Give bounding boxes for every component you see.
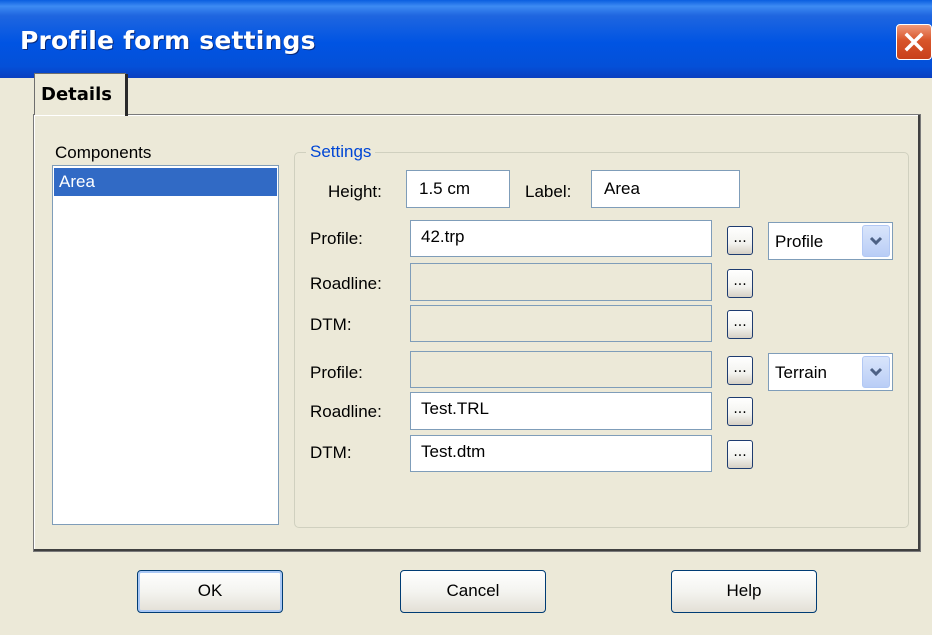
terrain-profile-input[interactable] xyxy=(410,351,712,388)
help-button[interactable]: Help xyxy=(671,570,817,613)
terrain-dtm-input[interactable]: Test.dtm xyxy=(410,435,712,472)
profile-input[interactable]: 42.trp xyxy=(410,220,712,257)
dtm-browse-button[interactable]: ... xyxy=(727,310,753,339)
window-title: Profile form settings xyxy=(20,26,316,55)
profile-dropdown-value: Profile xyxy=(775,232,824,251)
dtm-label: DTM: xyxy=(310,315,352,334)
roadline-label: Roadline: xyxy=(310,274,382,293)
roadline-browse-button[interactable]: ... xyxy=(727,269,753,298)
settings-group-label: Settings xyxy=(306,142,376,162)
terrain-dtm-label: DTM: xyxy=(310,443,352,462)
dtm-input[interactable] xyxy=(410,305,712,342)
list-item-area[interactable]: Area xyxy=(54,168,277,196)
terrain-profile-browse-button[interactable]: ... xyxy=(727,356,753,385)
chevron-down-icon xyxy=(869,236,883,246)
terrain-roadline-browse-button[interactable]: ... xyxy=(727,397,753,426)
profile-label: Profile: xyxy=(310,229,363,248)
profile-browse-button[interactable]: ... xyxy=(727,226,753,255)
height-label: Height: xyxy=(328,182,382,201)
dropdown-arrow[interactable] xyxy=(862,356,890,388)
terrain-profile-label: Profile: xyxy=(310,363,363,382)
profile-dropdown[interactable]: Profile xyxy=(768,222,893,260)
components-list[interactable]: Area xyxy=(52,165,279,525)
chevron-down-icon xyxy=(869,367,883,377)
terrain-dropdown-value: Terrain xyxy=(775,363,827,382)
terrain-roadline-label: Roadline: xyxy=(310,402,382,421)
title-bar[interactable]: Profile form settings xyxy=(0,0,932,78)
terrain-dtm-browse-button[interactable]: ... xyxy=(727,440,753,469)
close-button[interactable] xyxy=(896,24,932,60)
label-label: Label: xyxy=(525,182,572,201)
label-input[interactable]: Area xyxy=(591,170,740,208)
tab-details[interactable]: Details xyxy=(34,73,128,116)
ok-button[interactable]: OK xyxy=(137,570,283,613)
terrain-dropdown[interactable]: Terrain xyxy=(768,353,893,391)
tab-details-label: Details xyxy=(41,84,112,105)
roadline-input[interactable] xyxy=(410,263,712,301)
close-icon xyxy=(904,32,924,52)
tab-edge xyxy=(125,74,128,116)
cancel-button[interactable]: Cancel xyxy=(400,570,546,613)
components-label: Components xyxy=(55,143,152,162)
height-input[interactable]: 1.5 cm xyxy=(406,170,510,208)
terrain-roadline-input[interactable]: Test.TRL xyxy=(410,392,712,430)
dropdown-arrow[interactable] xyxy=(862,225,890,257)
